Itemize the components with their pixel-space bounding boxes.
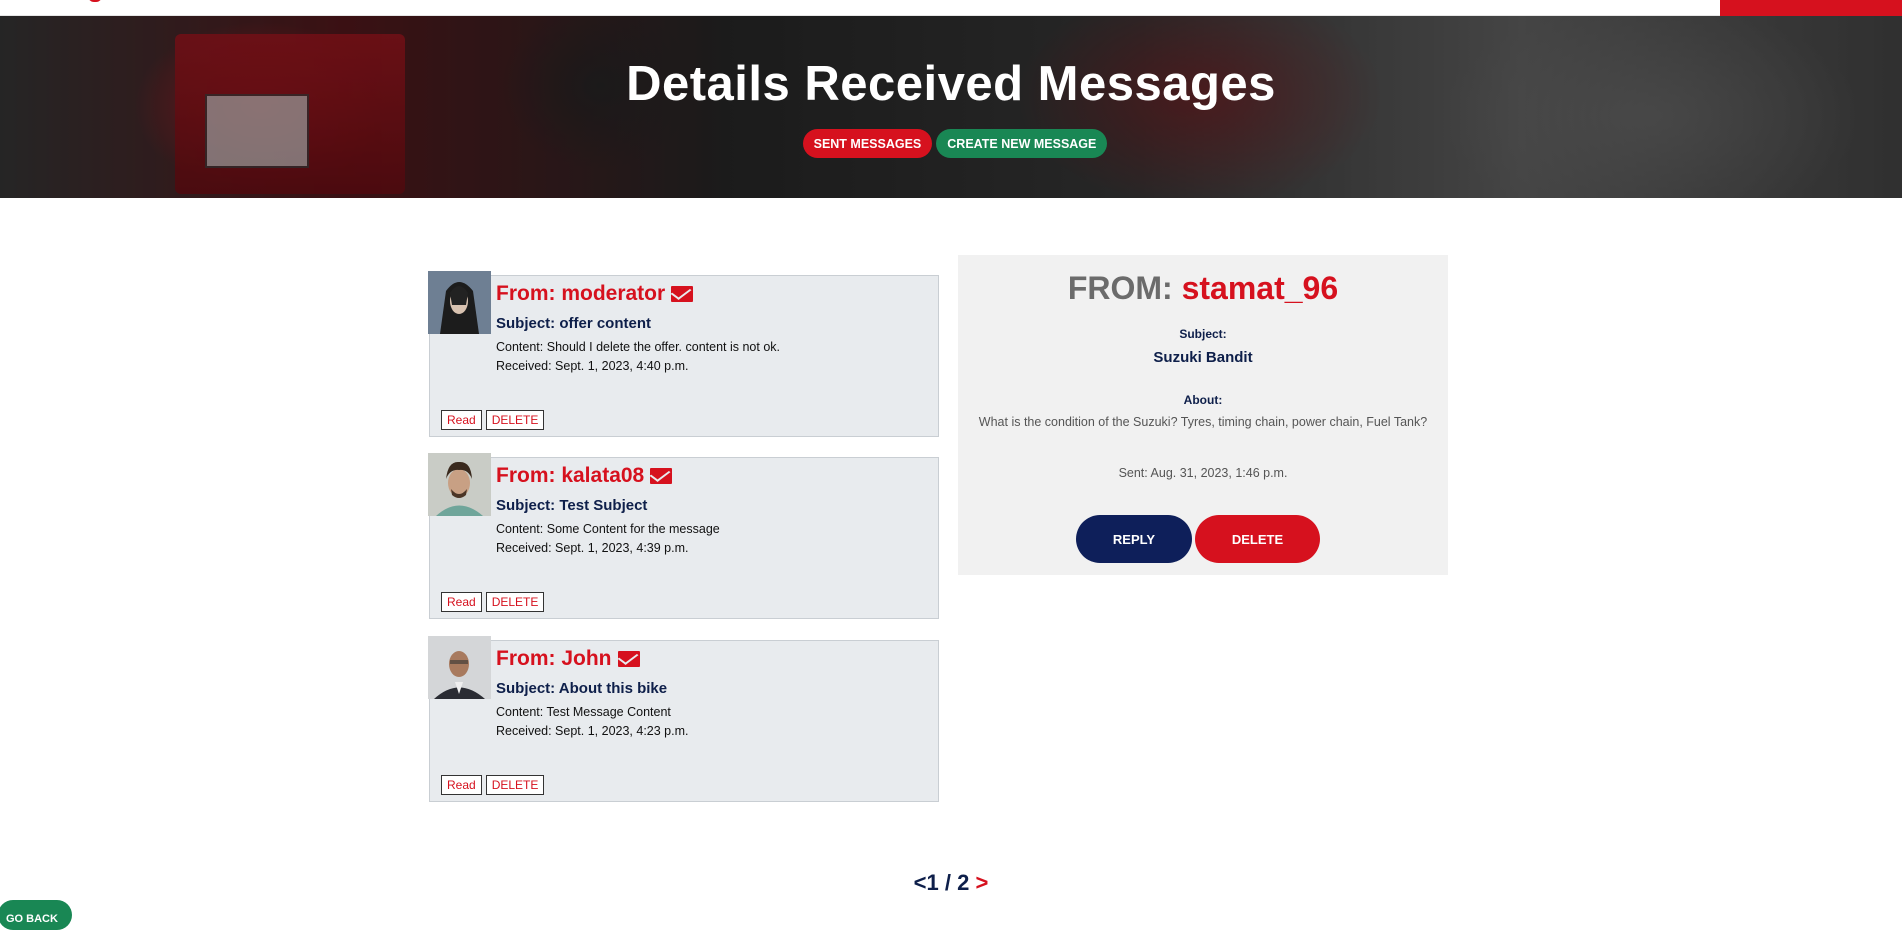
message-subject: Subject: offer content bbox=[496, 315, 652, 332]
message-received-date: Received: Sept. 1, 2023, 4:23 p.m. bbox=[496, 724, 689, 738]
detail-about-label: About: bbox=[1183, 393, 1223, 407]
logo-fragment[interactable] bbox=[88, 0, 102, 2]
detail-about-value: What is the condition of the Suzuki? Tyr… bbox=[978, 415, 1428, 429]
message-detail-panel: FROM: stamat_96 Subject: Suzuki Bandit A… bbox=[958, 255, 1448, 575]
message-actions: Read DELETE bbox=[441, 592, 545, 612]
create-new-message-button[interactable]: CREATE NEW MESSAGE bbox=[936, 129, 1108, 158]
reply-button[interactable]: REPLY bbox=[1076, 515, 1192, 563]
message-sender: From: John bbox=[496, 647, 640, 671]
detail-sent-date: Sent: Aug. 31, 2023, 1:46 p.m. bbox=[1118, 466, 1288, 480]
read-button[interactable]: Read bbox=[441, 410, 482, 430]
delete-button[interactable]: DELETE bbox=[485, 410, 545, 430]
read-button[interactable]: Read bbox=[441, 775, 482, 795]
sent-messages-button[interactable]: SENT MESSAGES bbox=[802, 129, 933, 158]
message-sender: From: kalata08 bbox=[496, 464, 673, 488]
message-card: From: John Subject: About this bike Cont… bbox=[428, 636, 939, 802]
envelope-icon bbox=[650, 468, 673, 484]
sender-avatar bbox=[428, 453, 491, 516]
message-content: Content: Should I delete the offer. cont… bbox=[496, 340, 780, 354]
envelope-icon bbox=[617, 651, 640, 667]
page-indicator: 1 / 2 bbox=[926, 870, 970, 895]
detail-actions: REPLY DELETE bbox=[958, 515, 1448, 563]
detail-from: FROM: stamat_96 bbox=[1067, 270, 1339, 306]
message-received-date: Received: Sept. 1, 2023, 4:40 p.m. bbox=[496, 359, 689, 373]
page-title: Details Received Messages bbox=[626, 57, 1276, 111]
sender-avatar bbox=[428, 271, 491, 334]
message-sender: From: moderator bbox=[496, 282, 694, 306]
hero-actions: SENT MESSAGES CREATE NEW MESSAGE bbox=[0, 129, 1902, 158]
top-navbar bbox=[0, 0, 1902, 16]
pagination: <1 / 2 > bbox=[0, 870, 1902, 896]
message-actions: Read DELETE bbox=[441, 410, 545, 430]
delete-button[interactable]: DELETE bbox=[485, 775, 545, 795]
detail-delete-button[interactable]: DELETE bbox=[1195, 515, 1320, 563]
delete-button[interactable]: DELETE bbox=[485, 592, 545, 612]
message-subject: Subject: About this bike bbox=[496, 680, 668, 697]
sender-avatar bbox=[428, 636, 491, 699]
message-received-date: Received: Sept. 1, 2023, 4:39 p.m. bbox=[496, 541, 689, 555]
prev-page-link[interactable]: < bbox=[914, 870, 927, 895]
envelope-icon bbox=[671, 286, 694, 302]
read-button[interactable]: Read bbox=[441, 592, 482, 612]
hero-banner: Details Received Messages SENT MESSAGES … bbox=[0, 16, 1902, 198]
message-card: From: moderator Subject: offer content C… bbox=[428, 271, 939, 437]
message-card: From: kalata08 Subject: Test Subject Con… bbox=[428, 453, 939, 619]
detail-subject-label: Subject: bbox=[1179, 327, 1227, 341]
go-back-button[interactable]: GO BACK bbox=[0, 900, 72, 930]
next-page-link[interactable]: > bbox=[975, 870, 988, 895]
detail-sender-name: stamat_96 bbox=[1181, 270, 1339, 306]
message-actions: Read DELETE bbox=[441, 775, 545, 795]
navbar-corner-button[interactable] bbox=[1720, 0, 1902, 16]
message-content: Content: Test Message Content bbox=[496, 705, 671, 719]
message-subject: Subject: Test Subject bbox=[496, 497, 648, 514]
message-content: Content: Some Content for the message bbox=[496, 522, 720, 536]
detail-subject-value: Suzuki Bandit bbox=[1153, 349, 1253, 366]
